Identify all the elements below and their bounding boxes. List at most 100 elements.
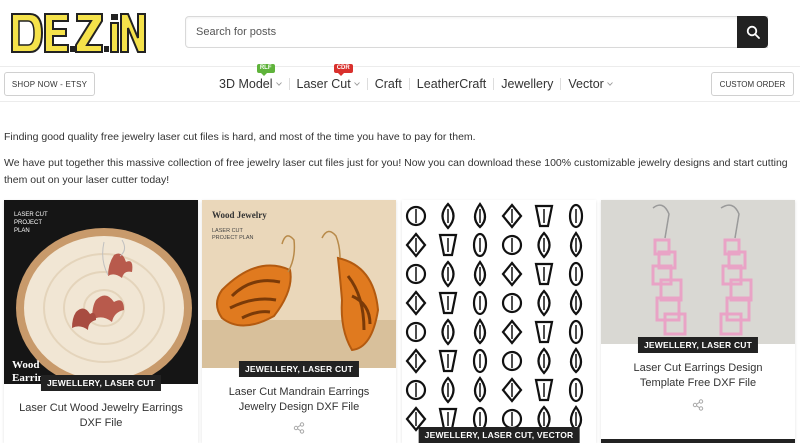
share-icon[interactable] [692,399,704,411]
nav-item-label: Vector [568,77,604,91]
nav-item-label: Jewellery [501,77,554,91]
post-title[interactable]: Laser Cut Wood Jewelry Earrings DXF File [4,401,198,431]
earring-silhouette [501,350,523,372]
search-input[interactable] [186,17,726,47]
earring-silhouette [405,232,427,258]
vector-earrings-image [405,202,584,433]
svg-text:LASER CUT: LASER CUT [212,228,244,234]
earring-silhouette [501,408,523,430]
earring-silhouette [568,203,584,229]
nav-item-leathercraft[interactable]: LeatherCraft [410,67,493,101]
category-tag[interactable]: JEWELLERY, LASER CUT [40,375,162,391]
category-tag[interactable]: JEWELLERY, LASER CUT [238,361,360,377]
earring-silhouette [441,376,455,404]
earring-silhouette [405,205,427,227]
earring-silhouette [568,319,584,345]
earring-silhouette [501,319,523,345]
earring-silhouette [405,290,427,316]
earring-silhouette [501,261,523,287]
logo-graphic [8,12,148,53]
post-card[interactable]: LASER CUT PROJECT PLAN Wood Earrin JEWEL… [4,200,198,443]
post-thumbnail[interactable]: LASER CUT PROJECT PLAN Wood Earrin [4,200,198,384]
svg-text:LASER CUT: LASER CUT [14,212,48,218]
nav-item-vector[interactable]: Vector [561,67,619,101]
post-card[interactable]: JEWELLERY, LASER CUT, VECTOR [402,200,596,443]
post-card[interactable]: Wood Jewelry LASER CUT PROJECT PLAN JEWE… [202,200,396,443]
nav-item-jewellery[interactable]: Jewellery [494,67,560,101]
earring-silhouette [441,260,455,288]
post-card[interactable]: JEWELLERY, LASER CUT Laser Cut Earrings … [601,200,795,443]
intro-paragraph: Finding good quality free jewelry laser … [4,131,476,143]
earring-silhouette [537,231,551,259]
search-icon [746,25,760,39]
shop-now-etsy-button[interactable]: SHOP NOW - ETSY [4,72,95,96]
nav-item-label: Laser Cut [296,77,351,91]
earring-silhouette [568,377,584,403]
main-navigation: SHOP NOW - ETSY 3D Model RLF Laser Cut C… [0,64,800,102]
svg-text:Wood: Wood [12,359,40,371]
nav-item-label: 3D Model [219,77,273,91]
nav-menu: 3D Model RLF Laser Cut CDR Craft Leather… [212,64,620,101]
intro-text: Finding good quality free jewelry laser … [4,129,794,198]
post-thumbnail[interactable] [402,200,596,443]
post-title[interactable]: Laser Cut Mandrain Earrings Jewelry Desi… [202,385,396,415]
svg-text:Wood Jewelry: Wood Jewelry [212,210,267,220]
mandarin-earrings-image: Wood Jewelry LASER CUT PROJECT PLAN [202,200,396,368]
earring-silhouette [568,261,584,287]
svg-text:Earrin: Earrin [12,372,44,384]
earring-silhouette [473,202,487,229]
svg-text:PLAN: PLAN [14,228,30,234]
earring-silhouette [438,233,458,257]
nav-item-laser-cut[interactable]: Laser Cut CDR [290,64,367,101]
post-title[interactable]: Laser Cut Earrings Design Template Free … [601,361,795,391]
pink-earrings-image [601,200,795,344]
earring-silhouette [472,232,488,258]
category-tag[interactable]: JEWELLERY, LASER CUT [637,337,759,353]
earring-silhouette [405,321,427,343]
site-header [0,0,800,66]
earring-silhouette [501,292,523,314]
earring-silhouette [473,376,487,403]
earring-silhouette [501,203,523,229]
nav-item-3d-model[interactable]: 3D Model RLF [212,64,289,101]
nav-badge-rlf: RLF [256,64,275,76]
earring-silhouette [501,377,523,403]
earring-silhouette [534,204,554,228]
earring-silhouette [405,263,427,285]
category-tag[interactable]: JEWELLERY, LASER CUT, VECTOR [418,427,580,443]
earring-silhouette [473,260,487,287]
post-thumbnail[interactable] [601,200,795,344]
earring-silhouette [569,347,583,374]
earring-silhouette [534,262,554,286]
earring-silhouette [473,318,487,345]
next-card-edge [601,439,795,443]
chevron-down-icon [275,82,282,86]
earring-silhouette [501,234,523,256]
earring-silhouette [405,348,427,374]
earring-silhouette [537,347,551,375]
search-button[interactable] [737,16,768,48]
search-field[interactable] [185,16,768,48]
earring-silhouette [405,379,427,401]
custom-order-button[interactable]: CUSTOM ORDER [711,72,794,96]
earring-silhouette [441,318,455,346]
nav-item-craft[interactable]: Craft [368,67,409,101]
earring-silhouette [534,378,554,402]
post-thumbnail[interactable]: Wood Jewelry LASER CUT PROJECT PLAN [202,200,396,368]
chevron-down-icon [606,82,613,86]
earring-silhouette [438,407,458,431]
wood-earrings-image: LASER CUT PROJECT PLAN Wood Earrin [4,200,198,384]
earring-silhouette [441,202,455,230]
earring-silhouette [472,290,488,316]
share-icon[interactable] [293,422,305,434]
svg-text:PROJECT: PROJECT [14,220,42,226]
site-logo[interactable] [8,8,148,56]
nav-badge-cdr: CDR [333,64,353,76]
earring-silhouette [569,231,583,258]
svg-text:PROJECT PLAN: PROJECT PLAN [212,235,253,241]
intro-paragraph: We have put together this massive collec… [4,157,788,186]
earring-silhouette [534,320,554,344]
earring-silhouette [569,289,583,316]
earring-silhouette [438,349,458,373]
earring-silhouette [472,348,488,374]
